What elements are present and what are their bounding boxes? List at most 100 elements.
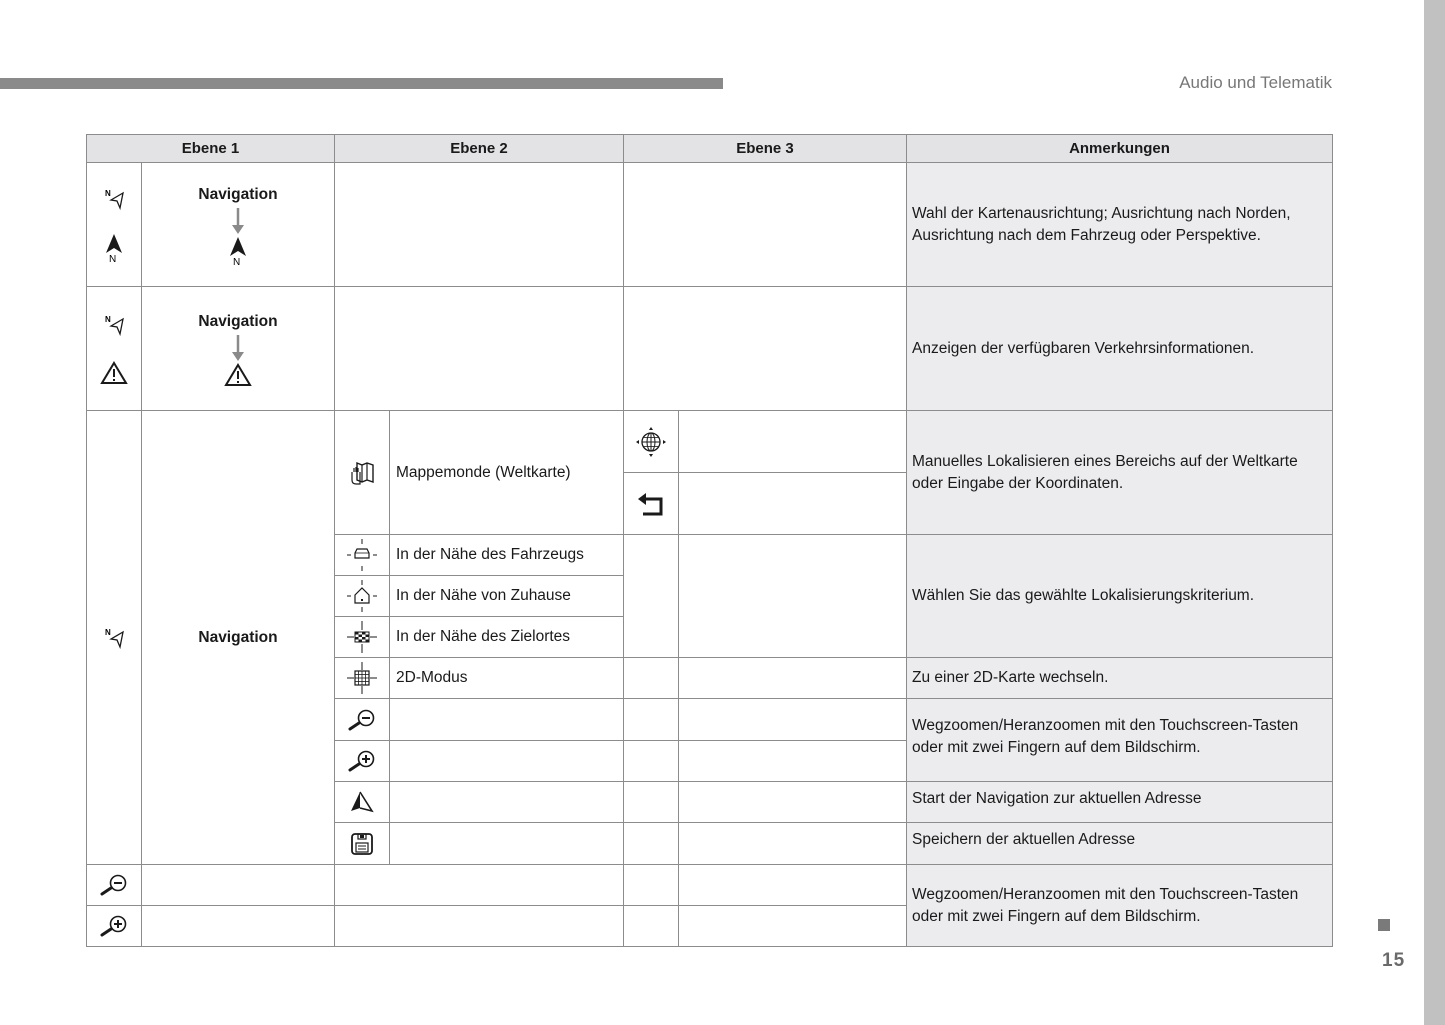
map-orientation-icon: N xyxy=(105,189,124,210)
menu-item-label: In der Nähe von Zuhause xyxy=(396,587,571,604)
north-arrow-icon: N xyxy=(106,233,122,263)
proximity-level3b xyxy=(678,534,907,658)
page-marker xyxy=(1378,919,1390,931)
zoom-in-level3b xyxy=(678,740,907,782)
map-orientation-icon: N xyxy=(105,628,124,649)
note-text: Zu einer 2D-Karte wechseln. xyxy=(912,669,1109,686)
north-arrow-icon: N xyxy=(230,236,246,266)
back-icon-cell xyxy=(623,472,679,535)
top-zoom-out-icon-cell xyxy=(86,864,142,906)
header-label: Anmerkungen xyxy=(1069,139,1170,157)
down-arrow-icon xyxy=(232,207,244,234)
top-zoom-in-icon-cell xyxy=(86,905,142,947)
proximity-level3a xyxy=(623,534,679,658)
zoom-out-icon-cell xyxy=(334,698,390,741)
navigate-icon-cell xyxy=(334,781,390,823)
near-home-icon xyxy=(347,580,377,612)
top-zoom-out-level3a xyxy=(623,864,679,906)
row3-icon: N xyxy=(86,410,142,865)
top-zoom-out-level1 xyxy=(141,864,335,906)
near-vehicle-label-cell: In der Nähe des Fahrzeugs xyxy=(389,534,624,576)
navigate-note: Start der Navigation zur aktuellen Adres… xyxy=(906,781,1333,823)
save-icon-cell xyxy=(334,822,390,865)
page-number: 15 xyxy=(1382,950,1406,971)
zoom-in-level3a xyxy=(623,740,679,782)
zoom-in-icon xyxy=(348,750,375,772)
navigation-label: Navigation xyxy=(198,312,278,330)
warning-triangle-icon xyxy=(100,360,128,384)
header-label: Ebene 3 xyxy=(736,139,794,157)
proximity-note: Wählen Sie das gewählte Lokalisierungskr… xyxy=(906,534,1333,658)
row2-icons: N xyxy=(86,286,142,411)
save-label-cell xyxy=(389,822,624,865)
header-anmerkungen: Anmerkungen xyxy=(906,134,1333,163)
map-orientation-icon: N xyxy=(105,315,124,336)
note-text: Start der Navigation zur aktuellen Adres… xyxy=(912,790,1202,807)
row1-navigation: Navigation N xyxy=(141,162,335,287)
header-label: Ebene 2 xyxy=(450,139,508,157)
header-ebene-3: Ebene 3 xyxy=(623,134,907,163)
zoom-in-label-cell xyxy=(389,740,624,782)
section-title: Audio und Telematik xyxy=(1179,73,1332,92)
back-empty-cell xyxy=(678,472,907,535)
zoom-out-icon xyxy=(100,874,127,896)
navigate-arrow-icon xyxy=(351,791,374,813)
mappemonde-note: Manuelles Lokalisieren eines Bereichs au… xyxy=(906,410,1333,535)
note-text: Anzeigen der verfügbaren Verkehrsinforma… xyxy=(912,339,1255,357)
navigate-level3b xyxy=(678,781,907,823)
note-text: Wegzoomen/Heranzoomen mit den Touchscree… xyxy=(912,717,1299,756)
2d-mode-icon-cell xyxy=(334,657,390,699)
near-home-label-cell: In der Nähe von Zuhause xyxy=(389,575,624,617)
header-ebene-2: Ebene 2 xyxy=(334,134,624,163)
near-vehicle-icon-cell xyxy=(334,534,390,576)
row1-note: Wahl der Kartenausrichtung; Ausrichtung … xyxy=(906,162,1333,287)
row2-level3 xyxy=(623,286,907,411)
top-zoom-in-level3b xyxy=(678,905,907,947)
menu-item-label: In der Nähe des Zielortes xyxy=(396,628,571,645)
row2-note: Anzeigen der verfügbaren Verkehrsinforma… xyxy=(906,286,1333,411)
2d-mode-label-cell: 2D-Modus xyxy=(389,657,624,699)
note-text: Wegzoomen/Heranzoomen mit den Touchscree… xyxy=(912,885,1299,925)
top-zoom-in-level3a xyxy=(623,905,679,947)
svg-text:N: N xyxy=(105,315,111,324)
down-arrow-icon xyxy=(232,334,244,361)
row1-level3 xyxy=(623,162,907,287)
navigation-label: Navigation xyxy=(198,185,278,203)
header-ebene-1: Ebene 1 xyxy=(86,134,335,163)
mappemonde-icon-cell xyxy=(334,410,390,535)
row2-navigation: Navigation xyxy=(141,286,335,411)
warning-triangle-icon xyxy=(224,362,252,386)
zoom-note-sub: Wegzoomen/Heranzoomen mit den Touchscree… xyxy=(906,698,1333,782)
menu-item-label: Mappemonde (Weltkarte) xyxy=(396,463,571,481)
mappemonde-label-cell: Mappemonde (Weltkarte) xyxy=(389,410,624,535)
svg-text:N: N xyxy=(105,189,111,198)
page-edge-stripe xyxy=(1424,0,1445,1025)
2d-grid-icon xyxy=(347,662,377,694)
near-destination-label-cell: In der Nähe des Zielortes xyxy=(389,616,624,658)
top-zoom-out-level3b xyxy=(678,864,907,906)
zoom-out-icon xyxy=(348,709,375,730)
note-text: Wählen Sie das gewählte Lokalisierungskr… xyxy=(912,587,1255,604)
near-destination-icon xyxy=(347,621,377,653)
row2-level2 xyxy=(334,286,624,411)
note-text: Manuelles Lokalisieren eines Bereichs au… xyxy=(912,453,1298,492)
near-home-icon-cell xyxy=(334,575,390,617)
globe-empty-cell xyxy=(678,410,907,473)
svg-text:N: N xyxy=(233,257,240,266)
menu-item-label: 2D-Modus xyxy=(396,669,468,686)
navigation-label: Navigation xyxy=(198,628,278,646)
top-zoom-in-level2 xyxy=(334,905,624,947)
note-text: Speichern der aktuellen Adresse xyxy=(912,831,1136,848)
save-level3a xyxy=(623,822,679,865)
navigate-level3a xyxy=(623,781,679,823)
zoom-out-level3b xyxy=(678,698,907,741)
header-bar xyxy=(0,78,723,89)
note-text: Wahl der Kartenausrichtung; Ausrichtung … xyxy=(912,204,1291,244)
globe-icon-cell xyxy=(623,410,679,473)
svg-text:N: N xyxy=(105,628,111,637)
2d-mode-level3b xyxy=(678,657,907,699)
top-zoom-note: Wegzoomen/Heranzoomen mit den Touchscree… xyxy=(906,864,1333,947)
near-destination-icon-cell xyxy=(334,616,390,658)
zoom-in-icon-cell xyxy=(334,740,390,782)
svg-text:N: N xyxy=(109,254,116,263)
